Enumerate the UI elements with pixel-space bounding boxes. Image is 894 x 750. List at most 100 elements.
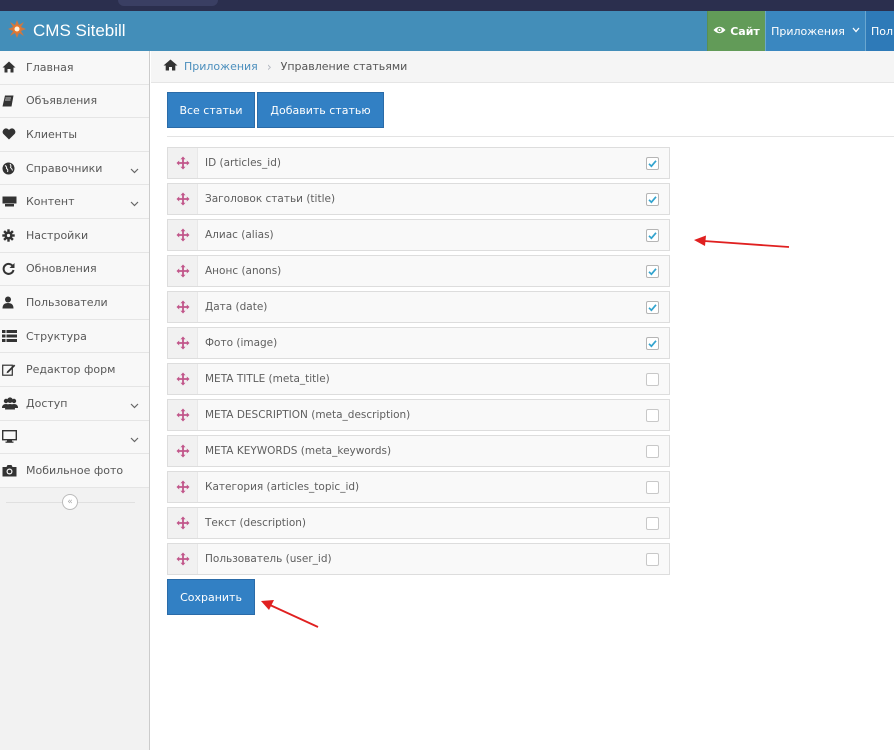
brand[interactable]: CMS Sitebill: [6, 11, 126, 51]
sidebar-item-label: Клиенты: [26, 127, 78, 141]
home-icon: [0, 61, 26, 73]
sidebar-item-users[interactable]: Пользователи: [0, 286, 149, 320]
breadcrumb: Приложения › Управление статьями: [151, 51, 894, 83]
drag-handle-icon[interactable]: [168, 148, 198, 178]
field-checkbox[interactable]: [646, 481, 659, 494]
user-menu-label: Пол: [871, 24, 894, 38]
field-list: ID (articles_id) Заголовок статьи (title)…: [167, 147, 670, 579]
drag-handle-icon[interactable]: [168, 328, 198, 358]
sidebar-collapse-button[interactable]: «: [62, 493, 78, 510]
sidebar-item-label: Структура: [26, 329, 87, 343]
annotation-arrow-icon: [694, 235, 790, 248]
list-icon: [0, 330, 26, 343]
field-row[interactable]: Категория (articles_topic_id): [167, 471, 670, 503]
field-label: Алиас (alias): [205, 229, 274, 241]
field-row[interactable]: Заголовок статьи (title): [167, 183, 670, 215]
field-row[interactable]: Пользователь (user_id): [167, 543, 670, 575]
home-icon[interactable]: [163, 59, 178, 74]
sidebar-item-ads[interactable]: Объявления: [0, 84, 149, 119]
refresh-icon: [0, 262, 26, 276]
drag-handle-icon[interactable]: [168, 436, 198, 466]
breadcrumb-current: Управление статьями: [280, 60, 408, 73]
annotation-arrow-icon: [261, 600, 319, 628]
edit-icon: [0, 363, 26, 376]
all-articles-button[interactable]: Все статьи: [167, 92, 255, 128]
globe-icon: [0, 162, 26, 175]
sidebar-item-settings[interactable]: Настройки: [0, 218, 149, 253]
drag-handle-icon[interactable]: [168, 508, 198, 538]
sidebar-item-form-editor[interactable]: Редактор форм: [0, 353, 149, 387]
field-checkbox[interactable]: [646, 229, 659, 242]
sidebar-item-clients[interactable]: Клиенты: [0, 118, 149, 152]
field-row[interactable]: Алиас (alias): [167, 219, 670, 251]
sidebar-item-structure[interactable]: Структура: [0, 319, 149, 354]
drag-handle-icon[interactable]: [168, 184, 198, 214]
chevron-down-icon: [130, 433, 139, 446]
field-row[interactable]: ID (articles_id): [167, 147, 670, 179]
sidebar-item-mobile-photo[interactable]: Мобильное фото: [0, 454, 149, 488]
field-row[interactable]: META TITLE (meta_title): [167, 363, 670, 395]
drag-handle-icon[interactable]: [168, 220, 198, 250]
field-label: Категория (articles_topic_id): [205, 481, 360, 493]
sidebar-item-label: Объявления: [26, 94, 98, 108]
drag-handle-icon[interactable]: [168, 472, 198, 502]
field-checkbox[interactable]: [646, 445, 659, 458]
sidebar-item-label: Доступ: [26, 396, 68, 410]
field-row[interactable]: Текст (description): [167, 507, 670, 539]
field-checkbox[interactable]: [646, 193, 659, 206]
drag-handle-icon[interactable]: [168, 544, 198, 574]
drag-handle-icon[interactable]: [168, 256, 198, 286]
sidebar: Главная Объявления Клиенты Справочники К…: [0, 51, 150, 750]
top-navbar: CMS Sitebill Сайт Приложения Пол: [0, 11, 894, 51]
field-row[interactable]: Дата (date): [167, 291, 670, 323]
sidebar-item-updates[interactable]: Обновления: [0, 252, 149, 287]
sidebar-item-directories[interactable]: Справочники: [0, 151, 149, 186]
sidebar-item-home[interactable]: Главная: [0, 51, 149, 85]
field-checkbox[interactable]: [646, 157, 659, 170]
breadcrumb-separator-icon: ›: [266, 59, 272, 74]
chevron-down-icon: [852, 26, 860, 36]
field-row[interactable]: META DESCRIPTION (meta_description): [167, 399, 670, 431]
sidebar-item-label: Редактор форм: [26, 363, 116, 377]
sidebar-item-label: Главная: [26, 60, 74, 74]
brand-title: CMS Sitebill: [33, 21, 126, 40]
browser-tab[interactable]: [118, 0, 218, 6]
sidebar-item-desktop[interactable]: [0, 420, 149, 455]
field-checkbox[interactable]: [646, 301, 659, 314]
field-label: Текст (description): [205, 517, 307, 529]
field-label: Анонс (anons): [205, 265, 282, 277]
sidebar-item-label: Обновления: [26, 262, 97, 276]
site-button[interactable]: Сайт: [707, 11, 765, 51]
eye-icon: [713, 25, 730, 38]
drag-handle-icon[interactable]: [168, 400, 198, 430]
user-menu-button[interactable]: Пол: [865, 11, 894, 51]
field-checkbox[interactable]: [646, 337, 659, 350]
field-checkbox[interactable]: [646, 409, 659, 422]
users-icon: [0, 397, 26, 410]
drag-handle-icon[interactable]: [168, 292, 198, 322]
field-checkbox[interactable]: [646, 553, 659, 566]
keyboard-icon: [0, 196, 26, 207]
field-row[interactable]: META KEYWORDS (meta_keywords): [167, 435, 670, 467]
article-tabs: Все статьи Добавить статью: [167, 92, 386, 128]
add-article-button[interactable]: Добавить статью: [257, 92, 384, 128]
gear-icon: [0, 229, 26, 242]
sidebar-item-label: Настройки: [26, 228, 89, 242]
field-row[interactable]: Анонс (anons): [167, 255, 670, 287]
apps-menu-label: Приложения: [771, 24, 845, 38]
field-checkbox[interactable]: [646, 373, 659, 386]
apps-menu-button[interactable]: Приложения: [765, 11, 865, 51]
heart-icon: [0, 128, 26, 140]
field-row[interactable]: Фото (image): [167, 327, 670, 359]
chevron-down-icon: [130, 399, 139, 412]
chevron-down-icon: [130, 164, 139, 177]
field-checkbox[interactable]: [646, 517, 659, 530]
field-label: META KEYWORDS (meta_keywords): [205, 445, 392, 457]
field-checkbox[interactable]: [646, 265, 659, 278]
field-label: ID (articles_id): [205, 157, 281, 169]
sidebar-item-access[interactable]: Доступ: [0, 386, 149, 421]
save-button[interactable]: Сохранить: [167, 579, 255, 615]
breadcrumb-link-apps[interactable]: Приложения: [184, 60, 258, 73]
drag-handle-icon[interactable]: [168, 364, 198, 394]
sidebar-item-content[interactable]: Контент: [0, 185, 149, 219]
